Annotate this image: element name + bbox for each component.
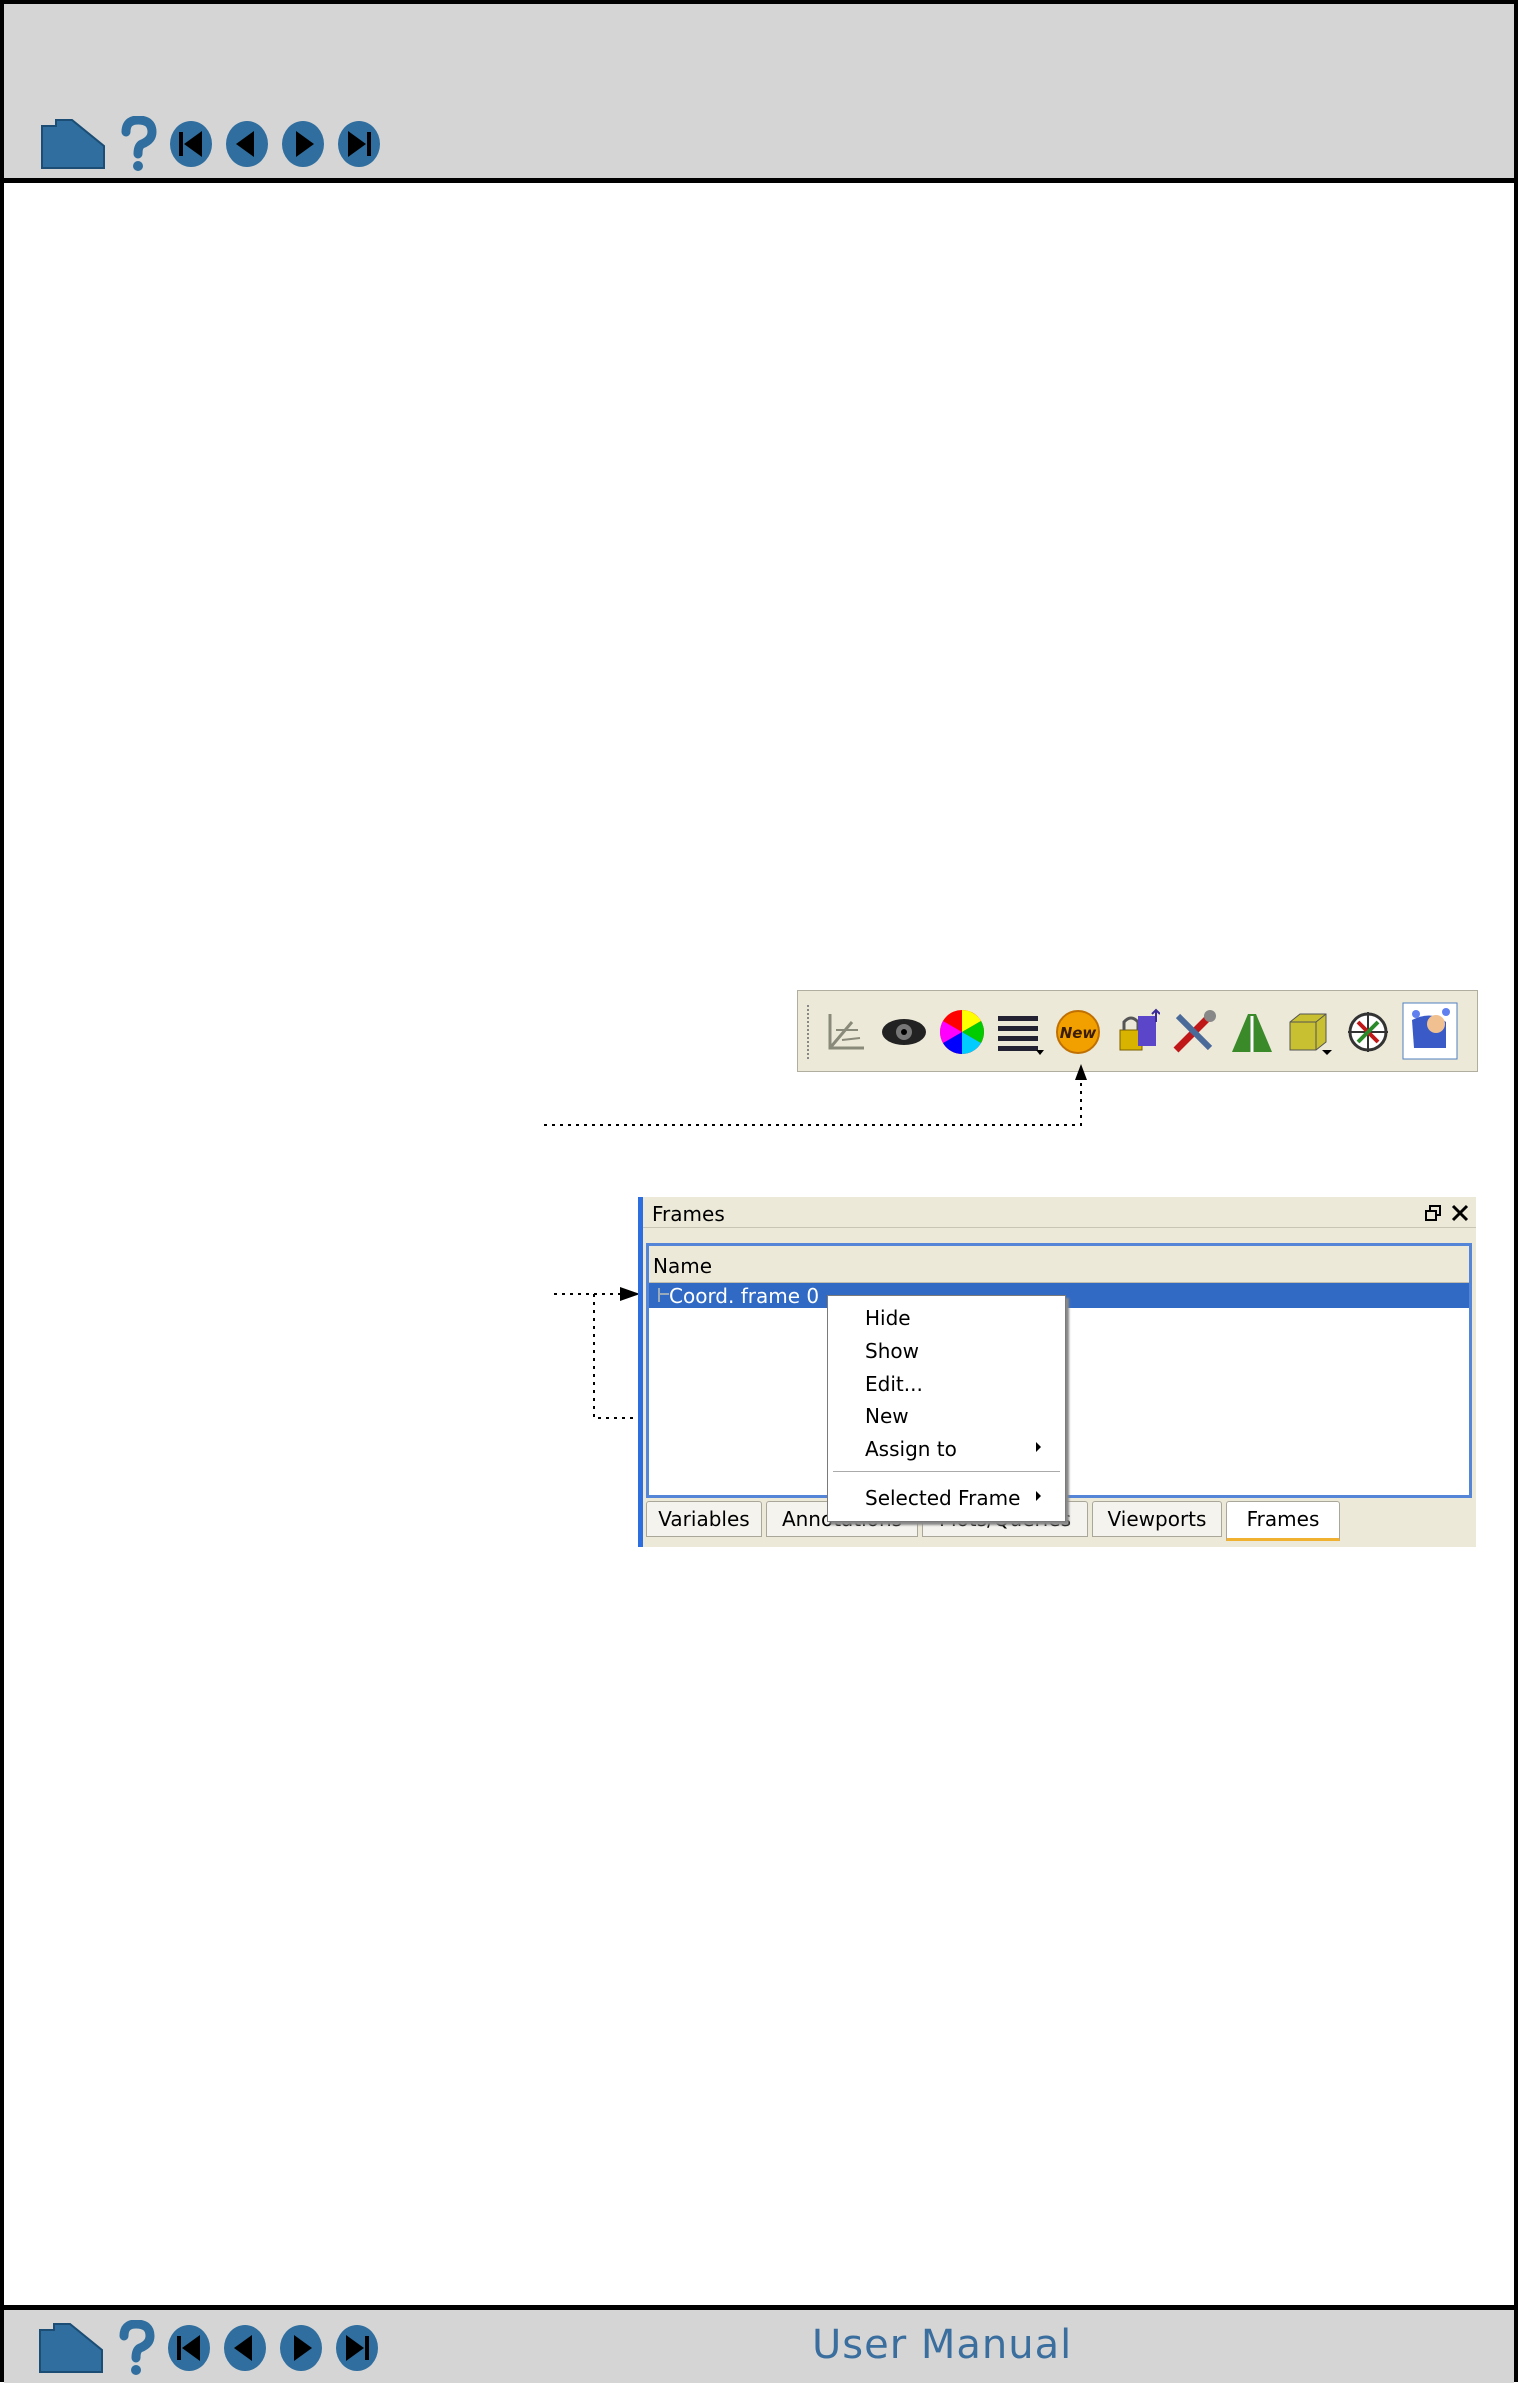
new-frame-icon[interactable]: New bbox=[1054, 1008, 1102, 1056]
eye-icon[interactable] bbox=[880, 1008, 928, 1056]
color-wheel-icon[interactable] bbox=[938, 1008, 986, 1056]
home-icon[interactable] bbox=[36, 2320, 106, 2376]
toolbar-callout-leader bbox=[544, 1064, 1087, 1126]
menu-item-assign-to[interactable]: Assign to bbox=[865, 1437, 957, 1461]
next-page-icon[interactable] bbox=[280, 119, 326, 169]
toolbar-grip[interactable] bbox=[807, 1005, 813, 1059]
footer-nav-icons bbox=[36, 2320, 390, 2376]
submenu-arrow-icon bbox=[1036, 1442, 1041, 1452]
help-icon[interactable] bbox=[116, 2320, 156, 2376]
tab-variables[interactable]: Variables bbox=[646, 1501, 762, 1537]
road-icon[interactable] bbox=[1228, 1008, 1276, 1056]
home-icon[interactable] bbox=[38, 116, 108, 172]
name-column-label: Name bbox=[653, 1254, 713, 1278]
box-icon[interactable] bbox=[1286, 1008, 1334, 1056]
previous-page-icon[interactable] bbox=[224, 119, 270, 169]
menu-item-edit[interactable]: Edit... bbox=[865, 1372, 923, 1396]
frame-name-label: Coord. frame 0 bbox=[669, 1284, 820, 1308]
last-page-icon[interactable] bbox=[334, 2323, 380, 2373]
page-border bbox=[0, 0, 1518, 2382]
menu-item-hide[interactable]: Hide bbox=[865, 1306, 911, 1330]
last-page-icon[interactable] bbox=[336, 119, 382, 169]
name-column-header[interactable]: Name bbox=[649, 1246, 1469, 1283]
tab-frames[interactable]: Frames bbox=[1226, 1501, 1340, 1541]
footer-nav-bar: User Manual bbox=[4, 2305, 1514, 2383]
next-page-icon[interactable] bbox=[278, 2323, 324, 2373]
header-nav-bar bbox=[4, 4, 1514, 183]
first-page-icon[interactable] bbox=[168, 119, 214, 169]
lines-icon[interactable] bbox=[996, 1008, 1044, 1056]
help-icon[interactable] bbox=[118, 116, 158, 172]
compass-icon[interactable] bbox=[1344, 1008, 1392, 1056]
header-nav-icons bbox=[38, 116, 392, 172]
tab-viewports[interactable]: Viewports bbox=[1092, 1501, 1222, 1537]
close-icon[interactable] bbox=[1450, 1203, 1470, 1223]
footer-title: User Manual bbox=[812, 2322, 1073, 2368]
svg-text:New: New bbox=[1060, 1024, 1097, 1042]
menu-item-new[interactable]: New bbox=[865, 1404, 909, 1428]
frames-panel-title: Frames bbox=[652, 1202, 725, 1226]
previous-page-icon[interactable] bbox=[222, 2323, 268, 2373]
first-page-icon[interactable] bbox=[166, 2323, 212, 2373]
tools-icon[interactable] bbox=[1170, 1008, 1218, 1056]
menu-item-show[interactable]: Show bbox=[865, 1339, 919, 1363]
menu-separator bbox=[833, 1471, 1060, 1472]
frames-panel-titlebar: Frames bbox=[643, 1197, 1476, 1228]
restore-icon[interactable] bbox=[1424, 1203, 1444, 1223]
lock-icon[interactable] bbox=[1112, 1008, 1160, 1056]
menu-item-selected-frame[interactable]: Selected Frame bbox=[865, 1486, 1020, 1510]
submenu-arrow-icon bbox=[1036, 1491, 1041, 1501]
frame-context-menu: Hide Show Edit... New Assign to Selected… bbox=[827, 1295, 1066, 1522]
axes-icon[interactable] bbox=[822, 1008, 870, 1056]
selection-icon[interactable] bbox=[1402, 1002, 1458, 1060]
